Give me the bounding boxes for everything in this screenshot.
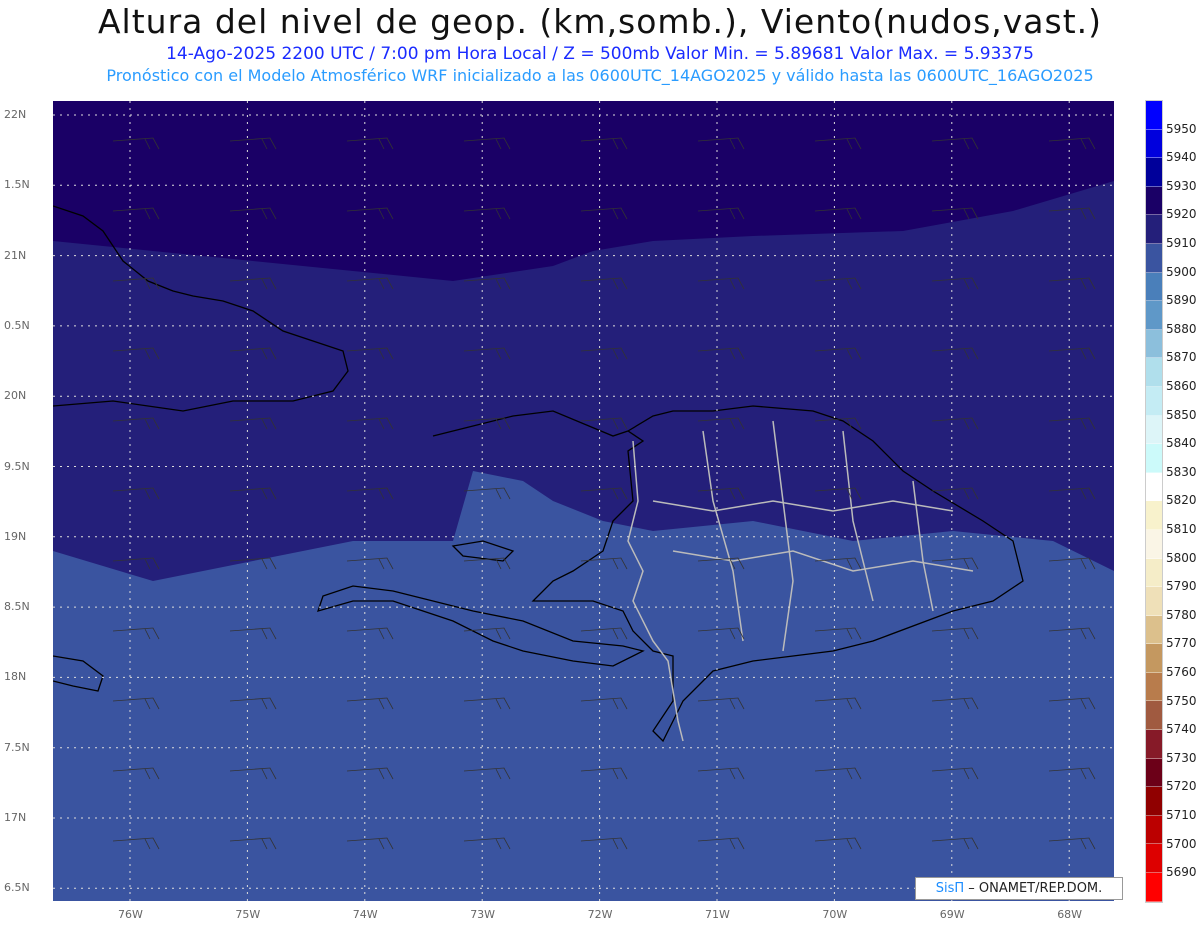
colorbar-label: 5820 bbox=[1166, 493, 1197, 508]
credit-box: SisΠ – ONAMET/REP.DOM. bbox=[915, 877, 1123, 900]
credit-text: – ONAMET/REP.DOM. bbox=[964, 881, 1103, 896]
colorbar-label: 5830 bbox=[1166, 464, 1197, 479]
colorbar-label: 5720 bbox=[1166, 779, 1197, 794]
lon-label: 74W bbox=[352, 908, 378, 921]
colorbar-swatch bbox=[1146, 243, 1162, 273]
colorbar-label: 5760 bbox=[1166, 665, 1197, 679]
colorbar-label: 5690 bbox=[1166, 865, 1197, 880]
map-title: Altura del nivel de geop. (km,somb.), Vi… bbox=[97, 2, 1103, 41]
colorbar-swatch bbox=[1146, 730, 1162, 759]
colorbar-label: 5770 bbox=[1166, 636, 1197, 651]
colorbar-swatch bbox=[1146, 672, 1162, 702]
credit-brand: SisΠ bbox=[935, 881, 965, 896]
colorbar-label: 5950 bbox=[1166, 121, 1197, 136]
colorbar-label: 5910 bbox=[1166, 236, 1197, 250]
colorbar-label: 5940 bbox=[1166, 150, 1197, 165]
colorbar-label: 5900 bbox=[1166, 264, 1197, 279]
colorbar-label: 5860 bbox=[1166, 379, 1197, 393]
colorbar-swatch bbox=[1146, 501, 1162, 530]
colorbar-swatch bbox=[1146, 615, 1162, 645]
colorbar-swatch bbox=[1146, 129, 1162, 159]
lat-label: 18N bbox=[4, 670, 27, 684]
lon-label: 76W bbox=[118, 908, 143, 921]
colorbar-swatch bbox=[1146, 444, 1162, 473]
lat-label: 22N bbox=[4, 108, 27, 121]
colorbar-swatch bbox=[1146, 158, 1162, 187]
colorbar-swatch bbox=[1146, 815, 1162, 845]
subtitle-model-info: Pronóstico con el Modelo Atmosférico WRF… bbox=[106, 66, 1094, 85]
lon-label: 69W bbox=[939, 908, 965, 921]
colorbar-swatch bbox=[1146, 386, 1162, 416]
colorbar-label: 5700 bbox=[1166, 836, 1197, 851]
colorbar-swatch bbox=[1146, 787, 1162, 816]
colorbar-swatch bbox=[1146, 329, 1162, 359]
colorbar-swatch bbox=[1146, 186, 1162, 216]
colorbar-label: 5810 bbox=[1166, 522, 1197, 536]
colorbar-swatch bbox=[1146, 301, 1162, 330]
colorbar-label: 5870 bbox=[1166, 350, 1197, 365]
lon-label: 70W bbox=[822, 908, 848, 921]
colorbar-label: 5850 bbox=[1166, 407, 1197, 422]
colorbar-label: 5880 bbox=[1166, 321, 1197, 336]
lat-label: 8.5N bbox=[4, 600, 30, 614]
colorbar-swatch bbox=[1146, 415, 1162, 445]
colorbar-swatch bbox=[1146, 873, 1162, 902]
colorbar-swatch bbox=[1146, 587, 1162, 616]
lat-label: 19N bbox=[4, 529, 27, 543]
colorbar-swatch bbox=[1146, 272, 1162, 302]
colorbar-swatch bbox=[1146, 215, 1162, 244]
subtitle-valid-time: 14-Ago-2025 2200 UTC / 7:00 pm Hora Loca… bbox=[166, 44, 1034, 64]
colorbar-label: 5730 bbox=[1166, 750, 1197, 765]
colorbar-swatch bbox=[1146, 472, 1162, 502]
colorbar-label: 5890 bbox=[1166, 293, 1197, 308]
colorbar-label: 5710 bbox=[1166, 808, 1197, 822]
lat-label: 0.5N bbox=[4, 318, 30, 332]
colorbar-label: 5750 bbox=[1166, 693, 1197, 708]
lat-label: 6.5N bbox=[4, 881, 30, 895]
lon-label: 73W bbox=[470, 908, 496, 921]
colorbar-label: 5930 bbox=[1166, 178, 1197, 193]
colorbar bbox=[1145, 100, 1163, 903]
lat-label: 7.5N bbox=[4, 740, 30, 754]
lat-label: 9.5N bbox=[4, 459, 30, 473]
lat-label: 1.5N bbox=[4, 178, 30, 192]
colorbar-label: 5740 bbox=[1166, 722, 1197, 737]
lat-label: 17N bbox=[4, 811, 27, 824]
lon-label: 68W bbox=[1057, 908, 1083, 921]
colorbar-swatch bbox=[1146, 701, 1162, 731]
colorbar-swatch bbox=[1146, 101, 1162, 130]
colorbar-swatch bbox=[1146, 644, 1162, 673]
geopotential-map bbox=[53, 101, 1114, 901]
colorbar-swatch bbox=[1146, 844, 1162, 874]
colorbar-swatch bbox=[1146, 529, 1162, 559]
colorbar-swatch bbox=[1146, 358, 1162, 387]
lon-label: 72W bbox=[587, 908, 613, 921]
lon-label: 75W bbox=[235, 908, 261, 921]
colorbar-label: 5920 bbox=[1166, 207, 1197, 222]
colorbar-label: 5790 bbox=[1166, 579, 1197, 594]
lat-label: 20N bbox=[4, 389, 27, 403]
colorbar-swatch bbox=[1146, 758, 1162, 788]
colorbar-label: 5840 bbox=[1166, 436, 1197, 451]
colorbar-swatch bbox=[1146, 558, 1162, 588]
colorbar-label: 5780 bbox=[1166, 607, 1197, 622]
colorbar-label: 5800 bbox=[1166, 550, 1197, 565]
lon-label: 71W bbox=[705, 908, 730, 921]
lat-label: 21N bbox=[4, 248, 27, 262]
